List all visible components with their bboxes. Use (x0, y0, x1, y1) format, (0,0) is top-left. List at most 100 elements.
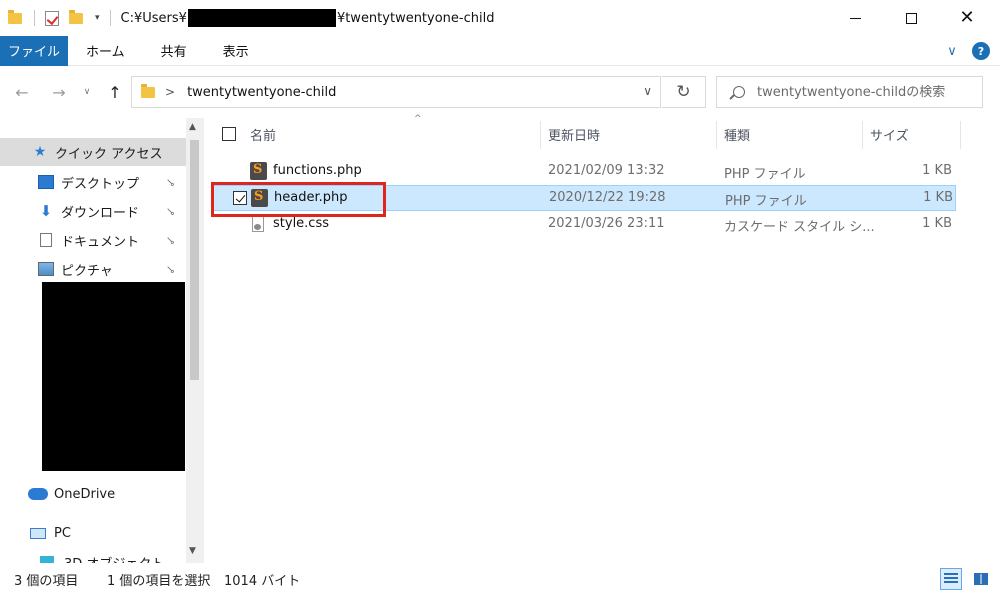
nav-item-documents[interactable]: ドキュメント ⊸ (0, 226, 186, 254)
tab-file[interactable]: ファイル (0, 35, 68, 66)
maximize-icon (905, 12, 917, 24)
redacted-nav-items (42, 282, 185, 471)
nav-item-label: OneDrive (54, 486, 116, 502)
search-input[interactable] (757, 84, 977, 100)
breadcrumb-current-folder[interactable]: twentytwentyone-child (187, 85, 336, 100)
address-history-dropdown[interactable]: ∨ (643, 84, 652, 98)
navigation-pane: ★ クイック アクセス デスクトップ ⊸ ⬇ ダウンロード ⊸ ドキュメント ⊸… (0, 118, 200, 563)
folder-icon (8, 10, 24, 25)
address-folder-icon (141, 83, 155, 98)
back-button[interactable]: ← (10, 80, 34, 104)
desktop-icon (38, 175, 54, 189)
nav-quick-access[interactable]: ★ クイック アクセス (0, 138, 186, 166)
nav-item-label: デスクトップ (61, 176, 140, 192)
pin-icon: ⊸ (162, 232, 179, 248)
column-divider[interactable] (862, 121, 863, 149)
file-name: style.css (273, 216, 329, 231)
title-path-prefix: C:¥Users¥ (120, 10, 187, 26)
3d-objects-icon (40, 556, 54, 563)
forward-button[interactable]: → (47, 80, 71, 104)
nav-item-label: ドキュメント (61, 234, 140, 250)
scroll-down-icon[interactable]: ▼ (189, 546, 196, 556)
download-icon: ⬇ (39, 202, 53, 220)
row-checkbox[interactable] (233, 191, 247, 205)
nav-item-downloads[interactable]: ⬇ ダウンロード ⊸ (0, 197, 186, 225)
tab-share[interactable]: 共有 (143, 36, 205, 66)
file-row-header-php[interactable]: header.php 2020/12/22 19:28 PHP ファイル 1 K… (212, 185, 956, 211)
nav-item-label: PC (54, 525, 71, 541)
select-all-checkbox[interactable] (222, 127, 236, 141)
status-bar: 3 個の項目 1 個の項目を選択 1014 バイト (0, 565, 1000, 593)
properties-check-icon[interactable] (45, 10, 59, 26)
redacted-username (187, 9, 336, 27)
column-header-label: 種類 (724, 128, 751, 144)
quick-access-toolbar: ▾ (0, 0, 121, 36)
address-bar[interactable]: > twentytwentyone-child ∨ (131, 76, 661, 108)
details-view-button[interactable] (940, 568, 962, 590)
nav-item-desktop[interactable]: デスクトップ ⊸ (0, 168, 186, 196)
file-name: header.php (274, 190, 348, 205)
help-icon[interactable]: ? (972, 42, 990, 60)
file-row-functions-php[interactable]: functions.php 2021/02/09 13:32 PHP ファイル … (212, 159, 956, 185)
recent-locations-dropdown[interactable]: ∨ (79, 80, 95, 104)
pictures-icon (38, 262, 54, 276)
search-box[interactable] (716, 76, 983, 108)
details-view-icon (944, 573, 958, 585)
pin-icon: ⊸ (162, 174, 179, 190)
file-modified-date: 2020/12/22 19:28 (549, 190, 666, 205)
selection-size: 1014 バイト (224, 574, 301, 589)
column-divider[interactable] (960, 121, 961, 149)
column-divider[interactable] (716, 121, 717, 149)
nav-item-label: ダウンロード (61, 205, 140, 221)
column-header-date[interactable]: 更新日時 (548, 118, 718, 150)
nav-pane-scrollbar[interactable]: ▲ ▼ (186, 118, 203, 563)
file-name: functions.php (273, 163, 362, 178)
file-modified-date: 2021/02/09 13:32 (548, 163, 665, 178)
qat-customize-dropdown[interactable]: ▾ (95, 13, 100, 23)
up-button[interactable]: ↑ (103, 80, 127, 104)
navigation-bar: ← → ∨ ↑ > twentytwentyone-child ∨ ↻ (0, 67, 1000, 117)
onedrive-icon (28, 488, 48, 500)
refresh-button[interactable]: ↻ (662, 76, 706, 108)
item-count: 3 個の項目 (14, 574, 79, 589)
selection-count: 1 個の項目を選択 (107, 574, 211, 589)
nav-item-label: ピクチャ (61, 263, 113, 279)
column-header-name[interactable]: ^ 名前 (250, 114, 540, 150)
file-size: 1 KB (922, 163, 952, 178)
file-modified-date: 2021/03/26 23:11 (548, 216, 665, 231)
scroll-up-icon[interactable]: ▲ (189, 122, 196, 132)
search-icon (733, 86, 745, 98)
ribbon-controls: ∨ ? (940, 36, 1000, 66)
large-icons-view-icon (974, 573, 988, 585)
pane-divider[interactable] (203, 118, 204, 563)
breadcrumb-chevron-icon[interactable]: > (165, 85, 175, 99)
nav-item-onedrive[interactable]: OneDrive (0, 480, 186, 508)
sublime-file-icon (250, 162, 267, 180)
column-divider[interactable] (540, 121, 541, 149)
document-icon (40, 233, 52, 247)
minimize-button[interactable] (832, 0, 878, 36)
css-file-icon (252, 216, 264, 232)
file-type: PHP ファイル (725, 194, 807, 209)
nav-item-pictures[interactable]: ピクチャ ⊸ (0, 255, 186, 283)
file-type: PHP ファイル (724, 167, 806, 182)
file-row-style-css[interactable]: style.css 2021/03/26 23:11 カスケード スタイル シ.… (212, 212, 956, 238)
close-button[interactable]: ✕ (944, 0, 990, 36)
column-header-type[interactable]: 種類 (724, 118, 864, 150)
nav-item-pc[interactable]: PC (0, 519, 186, 547)
ribbon-expand-chevron-icon[interactable]: ∨ (940, 44, 964, 59)
column-header-size[interactable]: サイズ (870, 118, 960, 150)
new-folder-icon[interactable] (69, 10, 85, 25)
column-header-label: 更新日時 (548, 128, 601, 144)
sort-ascending-icon: ^ (414, 114, 422, 124)
sublime-file-icon (251, 189, 268, 207)
scrollbar-thumb[interactable] (190, 140, 199, 380)
tab-home[interactable]: ホーム (68, 36, 143, 66)
tab-view[interactable]: 表示 (205, 36, 267, 66)
column-header-label: 名前 (250, 128, 277, 144)
maximize-button[interactable] (888, 0, 934, 36)
star-icon: ★ (33, 144, 47, 160)
large-icons-view-button[interactable] (970, 568, 992, 590)
nav-item-3d-objects[interactable]: 3D オブジェクト (0, 548, 186, 563)
minimize-icon (849, 17, 861, 19)
